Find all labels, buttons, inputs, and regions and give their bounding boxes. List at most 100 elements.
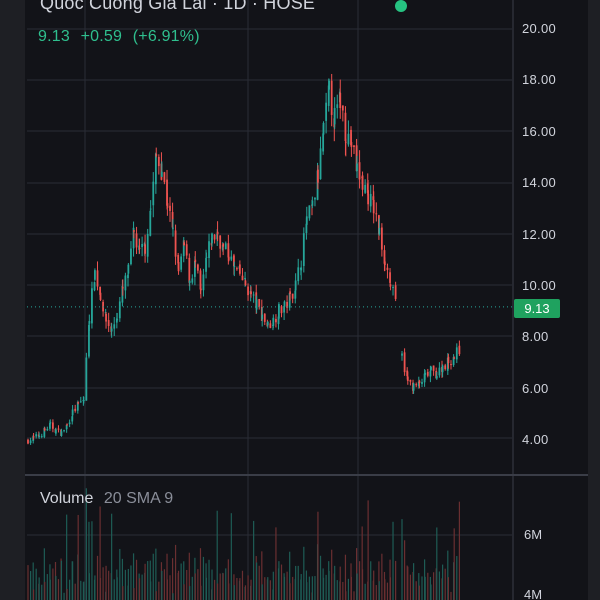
volume-bar [442, 564, 444, 600]
volume-bar [236, 577, 238, 600]
candle-body [269, 323, 272, 328]
candle-body [124, 275, 127, 291]
candle-body [202, 274, 205, 291]
candle-body [54, 429, 57, 434]
candle-body [146, 234, 149, 257]
candle-body [339, 92, 342, 109]
volume-bar [127, 568, 129, 600]
candle-body [297, 267, 300, 282]
price-tick: 6.00 [522, 381, 549, 396]
volume-bar [433, 572, 435, 600]
volume-bar [130, 565, 132, 600]
volume-bar [438, 571, 440, 600]
candle-body [91, 288, 93, 324]
volume-bar [41, 584, 43, 600]
volume-bar [133, 588, 135, 600]
price-tick: 16.00 [522, 124, 557, 139]
candle-body [113, 324, 116, 329]
candle [330, 73, 333, 127]
volume-legend[interactable]: Volume 20 SMA 9 [40, 490, 173, 508]
candle [113, 317, 116, 337]
candle-body [278, 304, 280, 319]
volume-bar [409, 574, 411, 600]
candle-body [244, 277, 246, 280]
candle-body [261, 314, 264, 320]
candle [314, 197, 316, 207]
candle-body [219, 235, 222, 249]
candle-body [369, 193, 372, 207]
candle-body [160, 171, 163, 177]
volume-bar [306, 582, 308, 600]
volume-bar [456, 556, 458, 600]
candle-body [302, 233, 305, 266]
volume-bar [152, 553, 154, 600]
candle [46, 426, 49, 432]
volume-bar [219, 573, 221, 600]
candle-body [227, 256, 230, 261]
candle [105, 312, 107, 329]
volume-bar [314, 576, 316, 600]
candle-body [79, 401, 82, 403]
candle-body [60, 431, 63, 436]
candle-body [430, 366, 432, 370]
volume-bar [116, 577, 118, 600]
volume-bar [186, 569, 188, 600]
candle-body [154, 153, 157, 185]
candle [135, 226, 138, 255]
volume-bar [261, 584, 263, 600]
candle [144, 234, 146, 263]
volume-bar [230, 513, 232, 600]
candle [280, 305, 283, 318]
candle-body [183, 242, 186, 246]
volume-bar [447, 577, 449, 600]
candle-body [294, 280, 297, 291]
volume-bar [436, 527, 438, 600]
candle-body [66, 424, 68, 426]
candle-body [272, 317, 275, 326]
volume-bar [105, 565, 107, 600]
volume-bar [111, 513, 113, 600]
candle-body [403, 352, 406, 373]
volume-bar [202, 556, 205, 600]
volume-bar [303, 546, 305, 600]
candle [91, 281, 93, 329]
candle-body [358, 162, 361, 180]
volume-bar [350, 576, 352, 600]
volume-bar [401, 519, 403, 600]
volume-bar [331, 549, 333, 600]
candle-body [418, 380, 421, 384]
candle-body [344, 112, 347, 142]
volume-bar [364, 583, 366, 600]
volume-bar [138, 578, 141, 600]
candle-body [241, 275, 244, 281]
volume-bar [295, 565, 297, 600]
chart-canvas[interactable] [0, 0, 600, 600]
candle-body [127, 274, 129, 279]
volume-bar [308, 576, 310, 600]
candle [444, 363, 447, 371]
candle [401, 351, 403, 361]
candle-body [46, 429, 49, 431]
volume-bar [415, 581, 417, 600]
symbol-title[interactable]: Quoc Cuong Gia Lai · 1D · HOSE [40, 0, 315, 13]
candle [141, 236, 144, 257]
candle-body [255, 299, 258, 310]
volume-bar [300, 574, 302, 600]
volume-bar [74, 583, 76, 600]
volume-bar [458, 501, 460, 600]
candle-body [135, 233, 138, 248]
candle [65, 424, 68, 433]
volume-bar [444, 568, 446, 600]
volume-bar [102, 567, 104, 600]
candle [191, 274, 194, 285]
volume-bar [389, 577, 392, 600]
volume-bar [72, 561, 74, 600]
volume-bar [322, 577, 325, 600]
candle-body [110, 328, 113, 332]
candle [118, 297, 121, 322]
candle [336, 94, 339, 119]
price-change-percent: (+6.91%) [132, 28, 200, 45]
candle-body [305, 223, 308, 234]
candle-body [130, 248, 132, 265]
candle [63, 429, 65, 433]
